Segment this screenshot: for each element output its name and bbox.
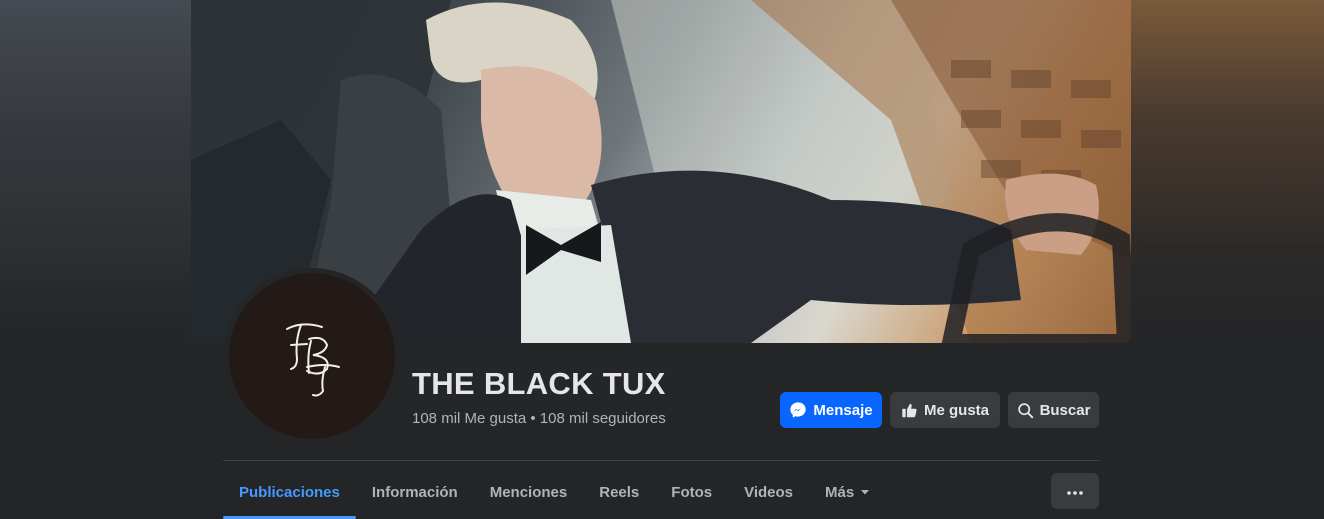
tab-label: Fotos <box>671 483 713 501</box>
background-left-gradient <box>0 0 191 330</box>
tab-mas[interactable]: Más <box>809 470 886 514</box>
search-button[interactable]: Buscar <box>1008 392 1099 428</box>
like-button[interactable]: Me gusta <box>890 392 1000 428</box>
tab-label: Publicaciones <box>239 483 340 501</box>
fbt-monogram-logo <box>286 323 340 397</box>
message-button-label: Mensaje <box>813 401 873 419</box>
message-button[interactable]: Mensaje <box>780 392 882 428</box>
tab-publicaciones[interactable]: Publicaciones <box>223 470 356 519</box>
caret-down-icon <box>860 484 870 501</box>
tab-label: Información <box>371 483 458 501</box>
tab-reels[interactable]: Reels <box>583 470 655 514</box>
more-options-button[interactable] <box>1051 473 1099 509</box>
messenger-icon <box>789 401 807 419</box>
tab-fotos[interactable]: Fotos <box>655 470 728 514</box>
tab-label: Menciones <box>489 483 568 501</box>
page-title: THE BLACK TUX <box>412 366 666 401</box>
tabs-divider <box>223 460 1099 461</box>
page-avatar[interactable] <box>224 268 400 444</box>
tab-informacion[interactable]: Información <box>356 470 474 514</box>
page-stats: 108 mil Me gusta • 108 mil seguidores <box>412 410 666 427</box>
thumbs-up-icon <box>901 402 918 419</box>
search-button-label: Buscar <box>1039 401 1091 419</box>
page-tabs: Publicaciones Información Menciones Reel… <box>223 470 886 519</box>
page-logo <box>229 273 395 439</box>
search-icon <box>1017 402 1034 419</box>
tab-label: Videos <box>744 483 794 501</box>
tab-label: Reels <box>599 483 640 501</box>
background-right-gradient <box>1131 0 1324 330</box>
like-button-label: Me gusta <box>923 401 989 419</box>
tab-label: Más <box>825 483 855 501</box>
more-dots-icon <box>1067 482 1083 500</box>
tab-videos[interactable]: Videos <box>728 470 809 514</box>
tab-menciones[interactable]: Menciones <box>474 470 584 514</box>
